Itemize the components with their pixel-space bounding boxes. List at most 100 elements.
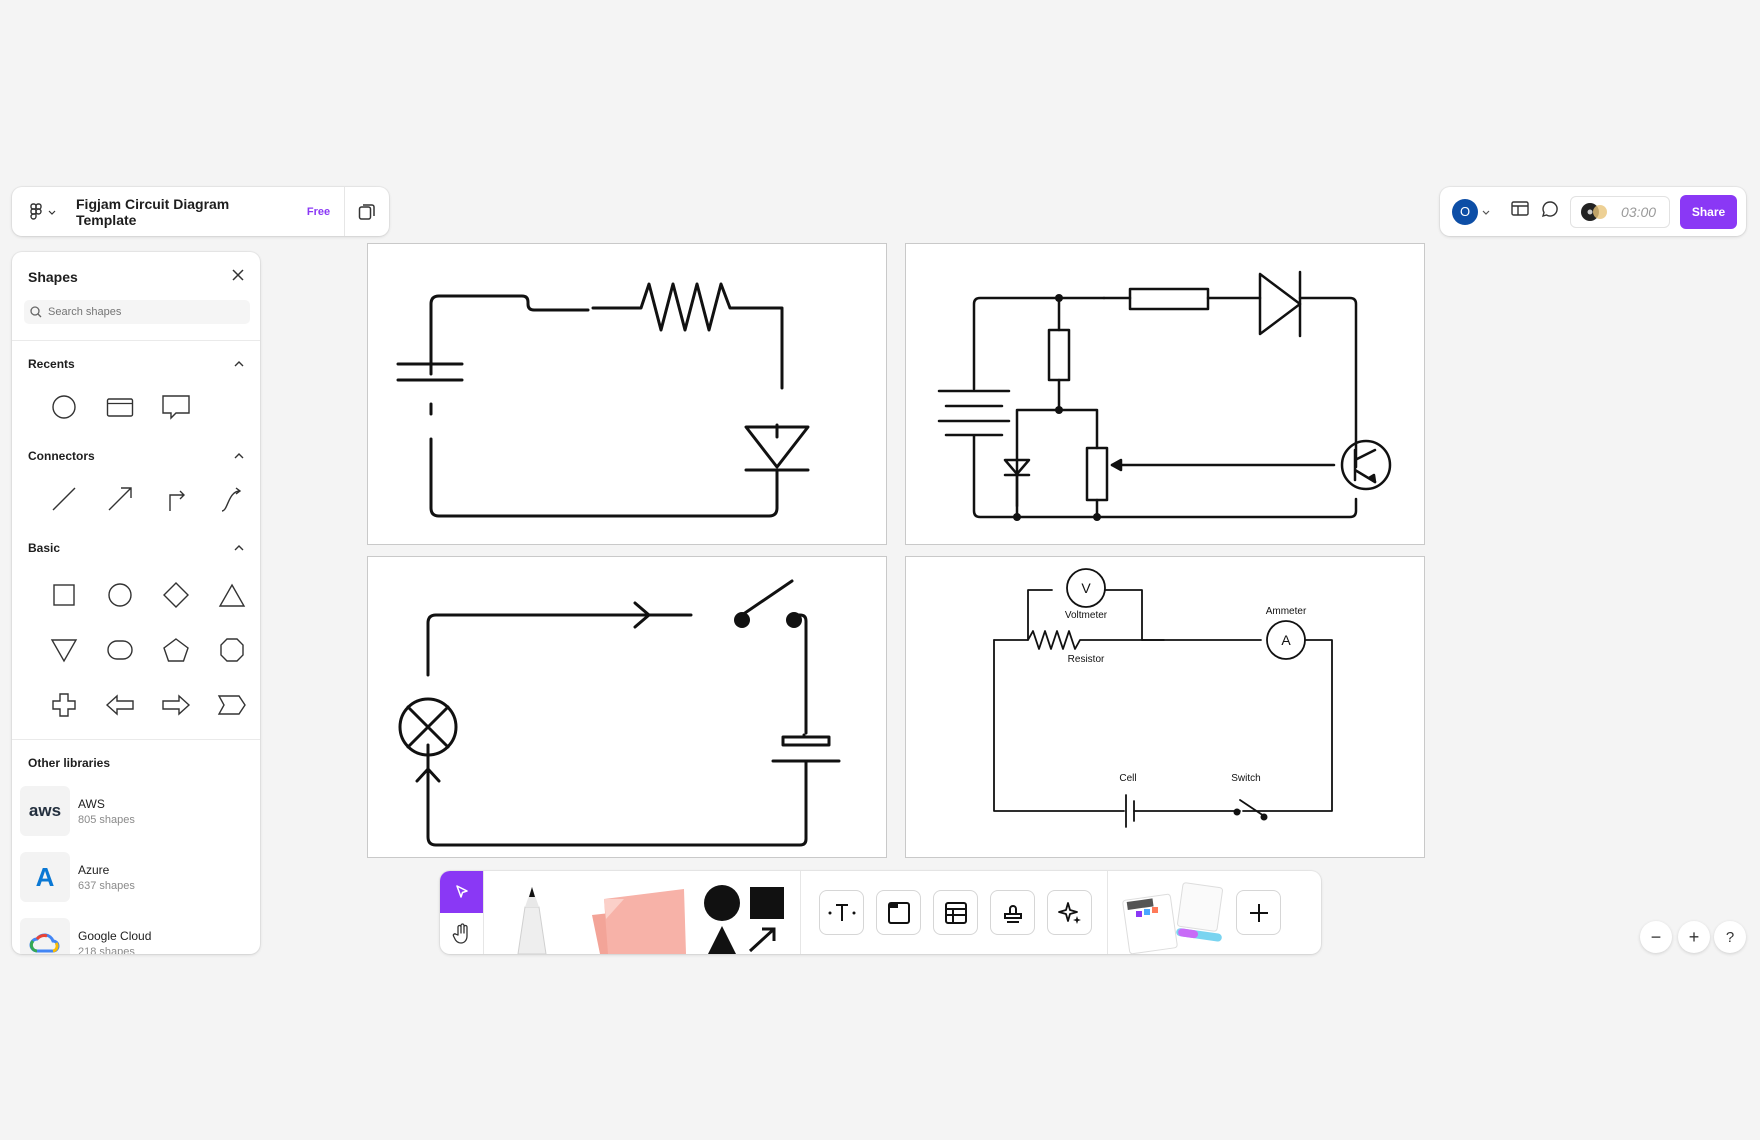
section-tool[interactable] [876,890,921,935]
search-box[interactable] [24,300,250,324]
section-title: Other libraries [28,756,111,770]
sticky-note-icon [592,889,686,954]
shape-square[interactable] [44,575,84,615]
library-azure[interactable]: A Azure 637 shapes [12,844,260,910]
text-tool[interactable] [819,890,864,935]
shapes-icon [704,885,784,954]
library-google-cloud[interactable]: Google Cloud 218 shapes [12,910,260,954]
section-recents[interactable]: Recents [12,349,260,379]
search-input[interactable] [48,306,238,318]
circuit-diagram-1 [396,282,810,518]
shape-triangle-down[interactable] [44,630,84,670]
search-icon [30,306,42,318]
arrow-left-icon [105,694,134,716]
shape-ellipse[interactable] [100,575,140,615]
marker-tool[interactable] [484,871,578,954]
library-name: AWS [78,796,105,811]
connector-curved[interactable] [212,479,252,519]
chevron-up-icon [234,361,244,367]
shape-arrow-left[interactable] [100,685,140,725]
section-icon [887,901,910,924]
section-other-libraries: Other libraries [12,748,260,778]
aws-logo-icon: aws [20,786,70,836]
table-tool[interactable] [933,890,978,935]
user-menu[interactable]: O [1452,198,1490,225]
zoom-controls: − + [1640,921,1710,953]
library-name: Google Cloud [78,928,152,943]
shape-triangle[interactable] [212,575,252,615]
cursor-icon [455,885,468,898]
more-tools-button[interactable] [1236,890,1281,935]
shape-arrow-right[interactable] [156,685,196,725]
sparkle-icon [1057,901,1081,924]
section-connectors[interactable]: Connectors [12,441,260,471]
azure-logo-icon: A [20,852,70,902]
voltmeter-symbol: V [1081,580,1091,596]
plus-icon [1249,903,1268,922]
text-icon [828,903,855,921]
shape-chevron[interactable] [212,685,252,725]
section-title: Connectors [28,449,95,463]
section-title: Basic [28,541,61,555]
circuit-diagram-4: V Voltmeter Resistor Ammeter A Cell Swit… [993,568,1333,828]
shape-octagon[interactable] [212,630,252,670]
shape-cross[interactable] [44,685,84,725]
shape-diamond[interactable] [156,575,196,615]
circuit-diagram-3 [398,579,841,847]
diamond-icon [163,582,189,608]
main-menu-button[interactable] [12,187,68,236]
timer-value: 03:00 [1621,203,1657,220]
duplicate-icon [358,203,375,220]
library-aws[interactable]: aws AWS 805 shapes [12,778,260,844]
share-button[interactable]: Share [1680,194,1737,229]
templates-button[interactable] [1108,871,1228,954]
stamp-tool[interactable] [990,890,1035,935]
speech-bubble-icon [162,395,190,420]
close-icon [232,269,244,281]
close-button[interactable] [232,268,244,286]
zoom-in-button[interactable]: + [1678,921,1710,953]
select-tool[interactable] [440,871,483,913]
shape-pentagon[interactable] [156,630,196,670]
shapes-panel: Shapes Recents Connectors Basic [12,252,260,954]
duplicate-button[interactable] [345,187,389,236]
shape-section[interactable] [100,387,140,427]
voltmeter-label: Voltmeter [1065,610,1108,621]
triangle-down-icon [50,639,78,663]
templates-icon [1122,882,1223,954]
library-count: 218 shapes [78,945,135,955]
library-count: 805 shapes [78,813,135,826]
circuit-board-2[interactable] [905,243,1425,545]
layout-button[interactable] [1510,200,1530,223]
connector-line[interactable] [44,479,84,519]
comment-button[interactable] [1540,199,1560,224]
circuit-board-1[interactable] [367,243,887,545]
shape-circle[interactable] [44,387,84,427]
sticky-note-tool[interactable] [578,871,698,954]
connector-elbow[interactable] [156,479,196,519]
shape-speech-bubble[interactable] [156,387,196,427]
file-title[interactable]: Figjam Circuit Diagram Template [76,196,293,228]
circuit-diagram-2 [937,270,1392,521]
timer-button[interactable]: 03:00 [1570,195,1670,228]
hand-tool[interactable] [440,913,483,954]
plan-badge[interactable]: Free [307,206,330,218]
shape-tool[interactable] [698,871,794,954]
ai-sparkle-tool[interactable] [1047,890,1092,935]
pentagon-icon [163,638,189,662]
circuit-board-3[interactable] [367,556,887,858]
section-basic[interactable]: Basic [12,533,260,563]
zoom-out-button[interactable]: − [1640,921,1672,953]
help-button[interactable]: ? [1714,921,1746,953]
avatar[interactable]: O [1452,198,1478,225]
rounded-rectangle-icon [107,640,133,660]
collaboration-bar: O 03:00 Share [1440,187,1746,236]
file-bar: Figjam Circuit Diagram Template Free [12,187,389,236]
circuit-board-4[interactable]: V Voltmeter Resistor Ammeter A Cell Swit… [905,556,1425,858]
chevron-up-icon [234,453,244,459]
hand-icon [452,922,468,944]
connector-arrow[interactable] [100,479,140,519]
shape-rounded-rectangle[interactable] [100,630,140,670]
circle-icon [52,395,76,419]
divider [12,739,260,740]
